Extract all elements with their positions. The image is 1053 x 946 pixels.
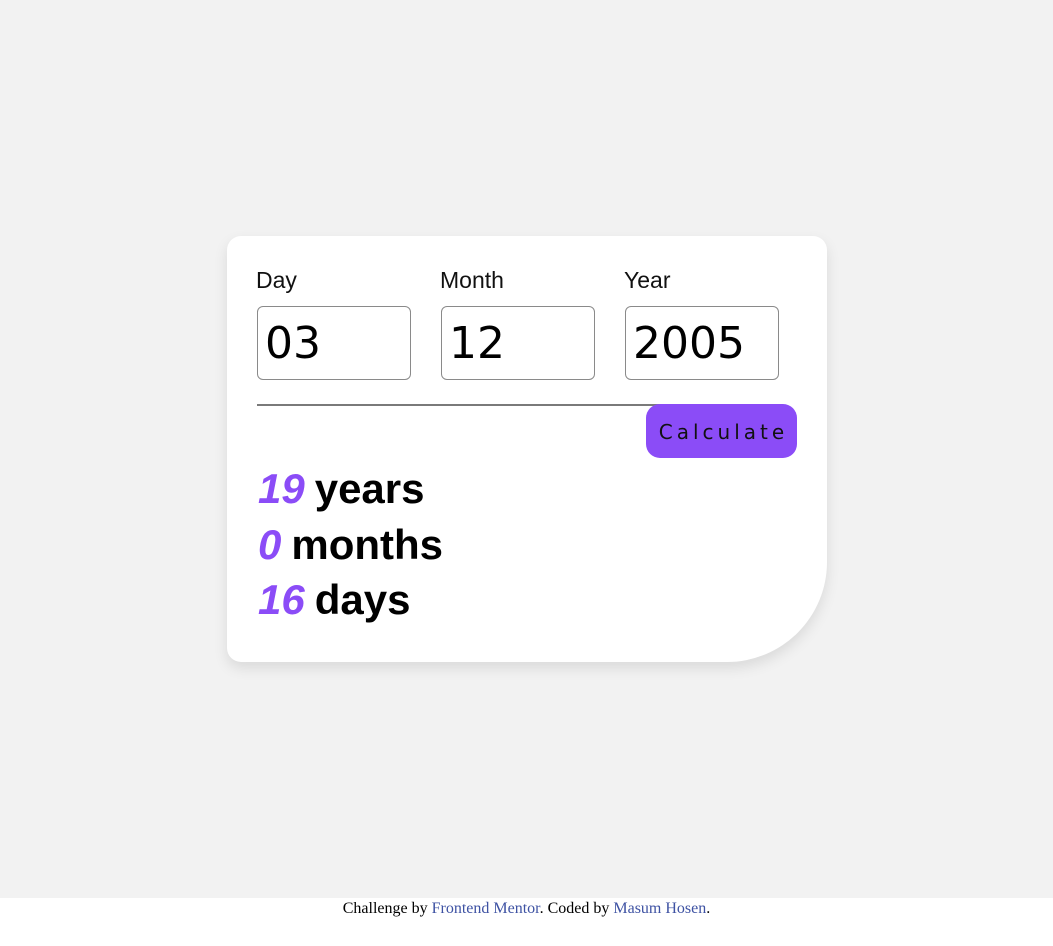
footer-middle: . Coded by <box>539 900 614 917</box>
attribution-footer: Challenge by Frontend Mentor. Coded by M… <box>0 898 1053 946</box>
year-input[interactable] <box>625 306 779 380</box>
years-unit: years <box>314 465 425 512</box>
months-unit: months <box>291 521 444 568</box>
day-label: Day <box>256 267 297 293</box>
result-days: 16 days <box>258 572 410 628</box>
days-unit: days <box>314 576 411 623</box>
years-value: 19 <box>258 465 305 512</box>
year-label: Year <box>624 267 671 293</box>
month-field-group: Month <box>440 266 595 380</box>
month-label: Month <box>440 267 504 293</box>
age-calculator-card: Day Month Year Calculate 19years 0months… <box>227 236 827 662</box>
result-years: 19 years <box>258 461 425 517</box>
day-field-group: Day <box>256 266 411 380</box>
days-value: 16 <box>258 576 305 623</box>
day-input[interactable] <box>257 306 411 380</box>
frontend-mentor-link[interactable]: Frontend Mentor <box>432 900 540 917</box>
footer-prefix: Challenge by <box>342 900 432 917</box>
result-months: 0 months <box>258 517 443 573</box>
page: Day Month Year Calculate 19years 0months… <box>0 0 1053 946</box>
year-field-group: Year <box>624 266 779 380</box>
author-link[interactable]: Masum Hosen <box>613 900 706 917</box>
calculate-button[interactable]: Calculate <box>646 404 797 458</box>
divider-line <box>257 404 677 406</box>
month-input[interactable] <box>441 306 595 380</box>
footer-suffix: . <box>706 900 711 917</box>
months-value: 0 <box>258 521 282 568</box>
